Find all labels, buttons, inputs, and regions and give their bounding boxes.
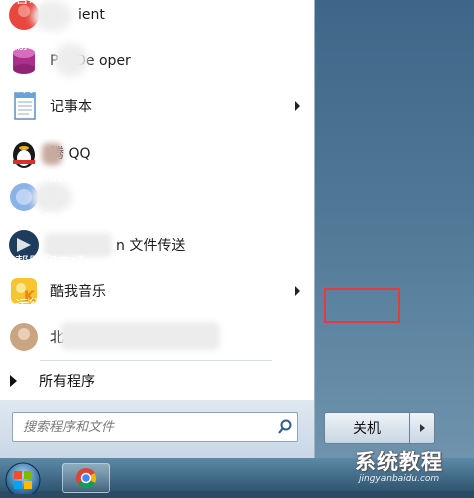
right-item-computer[interactable]: 计算机: [8, 72, 155, 102]
all-programs-label: 所有程序: [39, 374, 95, 390]
triangle-right-icon: [10, 375, 17, 387]
right-item-control-panel[interactable]: 控制面板: [8, 118, 155, 148]
watermark-url: jingyanbaidu.com: [359, 474, 440, 484]
search-input[interactable]: [21, 414, 273, 440]
right-item-help-support[interactable]: 帮助和支持: [8, 247, 155, 277]
search-box[interactable]: [12, 412, 298, 442]
submenu-arrow-icon[interactable]: [295, 101, 300, 111]
start-button[interactable]: [2, 460, 44, 498]
chevron-right-icon: [419, 424, 425, 432]
all-programs-button[interactable]: 所有程序: [10, 368, 95, 394]
taskbar-chrome-button[interactable]: [62, 463, 110, 493]
watermark: 系统教程 jingyanbaidu.com: [355, 440, 470, 490]
search-icon[interactable]: [273, 415, 297, 439]
windows-logo-icon: [5, 462, 41, 498]
run-highlight-box: [324, 288, 400, 323]
watermark-title: 系统教程: [355, 449, 443, 474]
search-area: [0, 400, 314, 458]
right-item-run[interactable]: 运行...: [8, 290, 155, 320]
right-item-default-programs[interactable]: 默认程序: [8, 204, 155, 234]
separator: [40, 360, 272, 361]
app-icon: [6, 319, 42, 355]
program-item-8[interactable]: 北 版): [6, 318, 306, 356]
start-menu: ient P L De oper 记事本 腾 QQ n 文件传送 K 酷我音乐 …: [0, 0, 474, 458]
right-item-games[interactable]: 游戏: [8, 29, 155, 59]
right-item-music[interactable]: 音乐: [8, 0, 155, 13]
chrome-icon: [76, 468, 97, 489]
right-pane: [315, 0, 474, 458]
right-item-devices-printers[interactable]: 设备和打印机: [8, 161, 155, 191]
submenu-arrow-icon[interactable]: [295, 286, 300, 296]
